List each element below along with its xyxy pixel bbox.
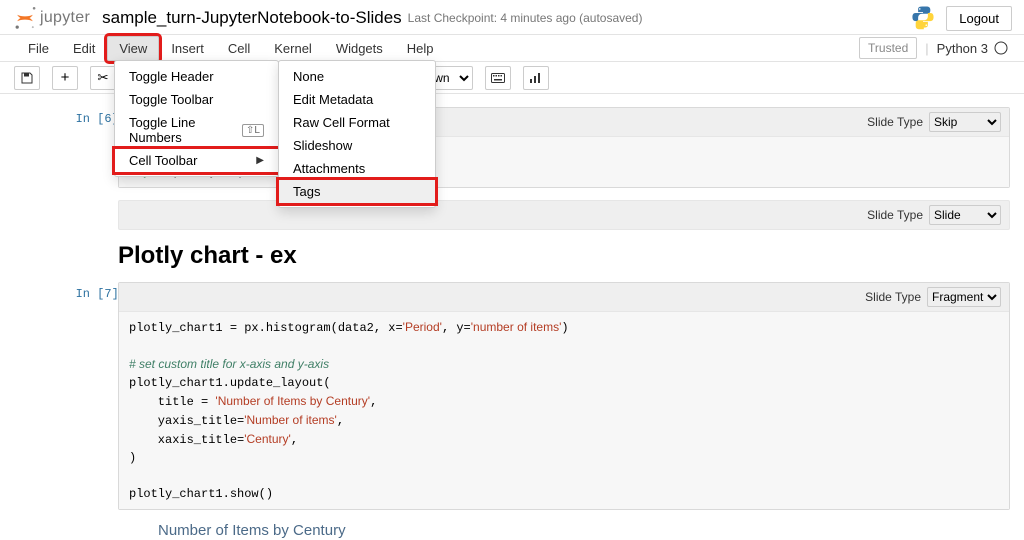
input-prompt: In [7]: (48, 287, 126, 301)
cut-button[interactable]: ✂ (90, 66, 116, 90)
cell-toolbar-row: Slide Type Slide (118, 200, 1010, 230)
code-editor[interactable]: plotly_chart1 = px.histogram(data2, x='P… (119, 312, 1009, 509)
barchart-icon (529, 72, 543, 84)
cell-toolbar-slideshow[interactable]: Slideshow (279, 134, 435, 157)
cell-toolbar-item[interactable]: Cell Toolbar▶ (112, 146, 281, 175)
menu-cell[interactable]: Cell (216, 36, 262, 61)
kernel-status-icon (994, 41, 1008, 55)
checkpoint-label: Last Checkpoint: 4 minutes ago (autosave… (408, 11, 643, 25)
code-cell[interactable]: In [7]: Slide Type Fragment plotly_chart… (14, 282, 1010, 510)
cell-toolbar-edit-metadata[interactable]: Edit Metadata (279, 88, 435, 111)
kernel-name: Python 3 (937, 41, 988, 56)
toggle-header-item[interactable]: Toggle Header (115, 65, 278, 88)
notebook-title[interactable]: sample_turn-JupyterNotebook-to-Slides (102, 8, 402, 28)
brand-text: jupyter (40, 9, 90, 27)
keyboard-icon (491, 73, 505, 83)
markdown-cell[interactable]: Slide Type Slide Plotly chart - ex (14, 200, 1010, 270)
menu-widgets[interactable]: Widgets (324, 36, 395, 61)
logout-button[interactable]: Logout (946, 6, 1012, 31)
markdown-heading: Plotly chart - ex (118, 242, 1010, 270)
slide-type-select[interactable]: Slide (929, 205, 1001, 225)
menu-help[interactable]: Help (395, 36, 446, 61)
slide-type-select[interactable]: Fragment (927, 287, 1001, 307)
slide-type-label: Slide Type (867, 208, 923, 222)
plus-icon: + (61, 70, 70, 85)
cut-icon: ✂ (97, 70, 108, 86)
menubar: File Edit View Insert Cell Kernel Widget… (0, 34, 1024, 62)
menu-kernel[interactable]: Kernel (262, 36, 324, 61)
trusted-indicator[interactable]: Trusted (859, 37, 917, 59)
jupyter-logo[interactable]: jupyter (12, 5, 90, 31)
menu-file[interactable]: File (16, 36, 61, 61)
menu-edit[interactable]: Edit (61, 36, 107, 61)
slide-type-select[interactable]: Skip (929, 112, 1001, 132)
cell-toolbar-raw[interactable]: Raw Cell Format (279, 111, 435, 134)
jupyter-icon (12, 5, 38, 31)
insert-below-button[interactable]: + (52, 66, 78, 90)
slide-type-label: Slide Type (865, 290, 921, 304)
output-chart-title: Number of Items by Century (158, 522, 1010, 539)
cell-toolbar-tags[interactable]: Tags (276, 177, 438, 206)
caret-right-icon: ▶ (256, 155, 264, 166)
header: jupyter sample_turn-JupyterNotebook-to-S… (0, 0, 1024, 34)
slide-type-label: Slide Type (867, 115, 923, 129)
toggle-line-numbers-item[interactable]: Toggle Line Numbers⇧L (115, 111, 278, 149)
save-icon (21, 72, 33, 84)
toggle-toolbar-item[interactable]: Toggle Toolbar (115, 88, 278, 111)
menu-view[interactable]: View (107, 36, 159, 61)
command-palette-button[interactable] (485, 66, 511, 90)
cell-toolbar-submenu: None Edit Metadata Raw Cell Format Slide… (278, 60, 436, 208)
shortcut-label: ⇧L (242, 124, 264, 137)
cell-toolbar-row: Slide Type Fragment (119, 283, 1009, 312)
save-button[interactable] (14, 66, 40, 90)
menu-insert[interactable]: Insert (159, 36, 216, 61)
python-icon (910, 4, 936, 33)
chart-button[interactable] (523, 66, 549, 90)
cell-toolbar-none[interactable]: None (279, 65, 435, 88)
kernel-indicator[interactable]: Python 3 (937, 41, 1008, 56)
view-dropdown: Toggle Header Toggle Toolbar Toggle Line… (114, 60, 279, 177)
